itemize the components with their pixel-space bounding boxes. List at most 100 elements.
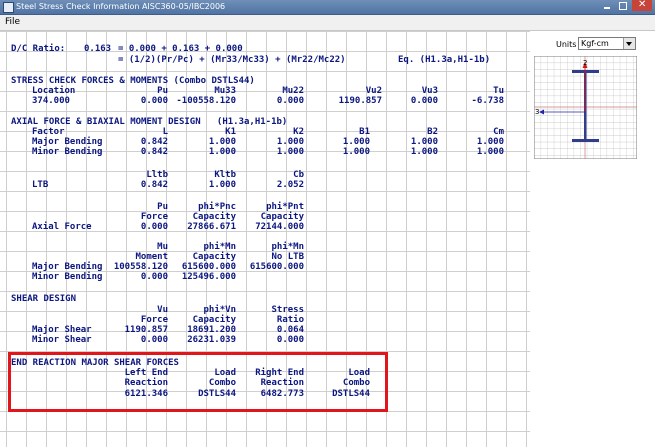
menu-file[interactable]: File bbox=[5, 16, 20, 29]
axial-force-phipnt: 72144.000 bbox=[255, 222, 304, 232]
ltb-value-kltb: 1.000 bbox=[208, 180, 236, 190]
moment-header-moment: Moment bbox=[135, 252, 168, 262]
axial-header-k1: K1 bbox=[225, 127, 236, 137]
top-flange bbox=[572, 70, 599, 73]
forces-value-mu22: 0.000 bbox=[276, 96, 304, 106]
axial-major-b2: 1.000 bbox=[410, 137, 438, 147]
dc-equation-formula: = (1/2)(Pr/Pc) + (Mr33/Mc33) + (Mr22/Mc2… bbox=[118, 55, 346, 65]
shear-minor-vu: 0.000 bbox=[140, 335, 168, 345]
axial-major-label: Major Bending bbox=[32, 137, 103, 147]
axial-section-title: AXIAL FORCE & BIAXIAL MOMENT DESIGN (H1.… bbox=[11, 117, 288, 127]
forces-header-vu3: Vu3 bbox=[421, 86, 438, 96]
shear-section-title: SHEAR DESIGN bbox=[11, 294, 77, 304]
ltb-value-cb: 2.052 bbox=[276, 180, 304, 190]
chevron-down-icon[interactable] bbox=[623, 38, 635, 49]
axial-header-b1: B1 bbox=[359, 127, 370, 137]
axial-header-l: L bbox=[162, 127, 168, 137]
axial-force-phipnc: 27866.671 bbox=[187, 222, 236, 232]
forces-header-location: Location bbox=[32, 86, 76, 96]
axial-major-k1: 1.000 bbox=[208, 137, 236, 147]
dc-ratio-label: D/C Ratio: bbox=[11, 44, 66, 54]
shear-major-vu: 1190.857 bbox=[124, 325, 168, 335]
shear-header-ratio: Ratio bbox=[276, 315, 304, 325]
axial-header-b2: B2 bbox=[427, 127, 438, 137]
ltb-value-lltb: 0.842 bbox=[140, 180, 168, 190]
axis-2-label: 2 bbox=[583, 59, 587, 67]
shear-major-ratio: 0.064 bbox=[276, 325, 304, 335]
bottom-flange bbox=[572, 139, 599, 142]
forces-value-mu33: -100558.120 bbox=[176, 96, 236, 106]
ltb-header-cb: Cb bbox=[293, 170, 304, 180]
ltb-header-lltb: Lltb bbox=[146, 170, 168, 180]
title-bar: Steel Stress Check Information AISC360-0… bbox=[0, 0, 655, 15]
units-label: Units bbox=[556, 40, 577, 49]
shear-header-phivn: phi*Vn bbox=[203, 305, 236, 315]
dc-equation-reference: Eq. (H1.3a,H1-1b) bbox=[398, 55, 491, 65]
axial-major-l: 0.842 bbox=[140, 137, 168, 147]
section-view: 2 3 bbox=[534, 56, 637, 159]
shear-minor-ratio: 0.000 bbox=[276, 335, 304, 345]
dc-ratio-value: 0.163 bbox=[84, 44, 112, 54]
axial-header-factor: Factor bbox=[32, 127, 65, 137]
close-button[interactable]: ✕ bbox=[632, 0, 652, 11]
ltb-header-kltb: Kltb bbox=[214, 170, 236, 180]
axial-minor-b2: 1.000 bbox=[410, 147, 438, 157]
moment-major-capacity: 615600.000 bbox=[181, 262, 236, 272]
axial-major-b1: 1.000 bbox=[342, 137, 370, 147]
axial-cap-header-capacity1: Capacity bbox=[192, 212, 236, 222]
moment-header-capacity: Capacity bbox=[192, 252, 236, 262]
axial-minor-label: Minor Bending bbox=[32, 147, 103, 157]
axial-cap-header-capacity2: Capacity bbox=[260, 212, 304, 222]
moment-major-noltb: 615600.000 bbox=[249, 262, 304, 272]
forces-value-location: 374.000 bbox=[32, 96, 70, 106]
maximize-icon bbox=[619, 2, 627, 10]
shear-header-stress: Stress bbox=[271, 305, 304, 315]
axial-minor-k2: 1.000 bbox=[276, 147, 304, 157]
forces-section-title: STRESS CHECK FORCES & MOMENTS (Combo DST… bbox=[11, 76, 255, 86]
axial-cap-header-force: Force bbox=[140, 212, 168, 222]
axial-cap-header-phipnc: phi*Pnc bbox=[198, 202, 236, 212]
forces-value-vu2: 1190.857 bbox=[338, 96, 382, 106]
shear-minor-label: Minor Shear bbox=[32, 335, 92, 345]
axial-minor-b1: 1.000 bbox=[342, 147, 370, 157]
shear-minor-capacity: 26231.039 bbox=[187, 335, 236, 345]
axis-3-label: 3 bbox=[535, 108, 539, 116]
forces-value-tu: -6.738 bbox=[471, 96, 504, 106]
axial-header-k2: K2 bbox=[293, 127, 304, 137]
maximize-button[interactable] bbox=[616, 0, 630, 11]
moment-minor-mu: 0.000 bbox=[140, 272, 168, 282]
moment-header-noltb: No LTB bbox=[271, 252, 304, 262]
axial-minor-k1: 1.000 bbox=[208, 147, 236, 157]
shear-header-capacity: Capacity bbox=[192, 315, 236, 325]
forces-header-mu33: Mu33 bbox=[214, 86, 236, 96]
dc-equation-values: = 0.000 + 0.163 + 0.000 bbox=[118, 44, 243, 54]
forces-header-tu: Tu bbox=[493, 86, 504, 96]
moment-minor-capacity: 125496.000 bbox=[181, 272, 236, 282]
moment-header-phimn-noltb: phi*Mn bbox=[271, 242, 304, 252]
ltb-label: LTB bbox=[32, 180, 49, 190]
axial-major-k2: 1.000 bbox=[276, 137, 304, 147]
axial-force-pu: 0.000 bbox=[140, 222, 168, 232]
forces-header-pu: Pu bbox=[157, 86, 168, 96]
app-icon bbox=[3, 2, 14, 13]
forces-value-vu3: 0.000 bbox=[410, 96, 438, 106]
moment-header-phimn: phi*Mn bbox=[203, 242, 236, 252]
units-dropdown[interactable]: Kgf-cm bbox=[578, 37, 636, 50]
axial-minor-l: 0.842 bbox=[140, 147, 168, 157]
close-icon: ✕ bbox=[638, 0, 647, 10]
axial-force-label: Axial Force bbox=[32, 222, 92, 232]
axial-cap-header-pu: Pu bbox=[157, 202, 168, 212]
forces-value-pu: 0.000 bbox=[140, 96, 168, 106]
minimize-icon bbox=[604, 7, 610, 9]
axial-cap-header-phipnt: phi*Pnt bbox=[266, 202, 304, 212]
forces-header-vu2: Vu2 bbox=[365, 86, 382, 96]
menu-bar: File bbox=[0, 15, 655, 31]
axial-header-cm: Cm bbox=[493, 127, 504, 137]
minimize-button[interactable] bbox=[600, 0, 614, 11]
shear-major-label: Major Shear bbox=[32, 325, 92, 335]
axial-minor-cm: 1.000 bbox=[476, 147, 504, 157]
axial-major-cm: 1.000 bbox=[476, 137, 504, 147]
shear-major-capacity: 18691.200 bbox=[187, 325, 236, 335]
moment-minor-label: Minor Bending bbox=[32, 272, 103, 282]
moment-major-mu: 100558.120 bbox=[113, 262, 168, 272]
